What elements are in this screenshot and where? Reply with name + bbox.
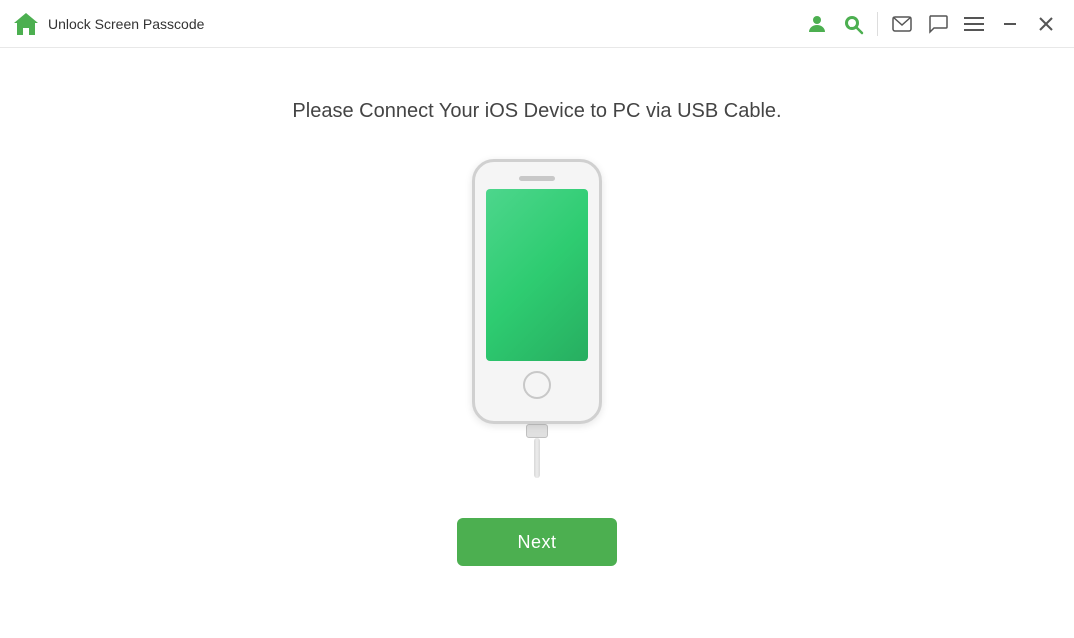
title-bar-left: Unlock Screen Passcode — [12, 10, 204, 38]
app-title-label: Unlock Screen Passcode — [48, 16, 204, 32]
next-button[interactable]: Next — [457, 518, 616, 566]
app-icon — [12, 10, 40, 38]
phone-home-button — [523, 371, 551, 399]
instruction-text: Please Connect Your iOS Device to PC via… — [292, 100, 781, 123]
cable-connector — [526, 424, 548, 438]
phone-screen — [486, 189, 588, 361]
phone-speaker — [519, 176, 555, 181]
feature-search-icon[interactable]: ♪ — [837, 8, 869, 40]
separator — [877, 12, 878, 36]
phone-illustration — [472, 159, 602, 478]
usb-cable — [526, 424, 548, 478]
menu-icon[interactable] — [958, 8, 990, 40]
user-icon[interactable] — [801, 8, 833, 40]
close-button[interactable] — [1030, 8, 1062, 40]
title-bar: Unlock Screen Passcode ♪ — [0, 0, 1074, 48]
title-bar-right: ♪ — [801, 8, 1062, 40]
svg-text:♪: ♪ — [849, 20, 853, 29]
chat-icon[interactable] — [922, 8, 954, 40]
phone-body — [472, 159, 602, 424]
mail-icon[interactable] — [886, 8, 918, 40]
main-content: Please Connect Your iOS Device to PC via… — [0, 48, 1074, 638]
minimize-button[interactable] — [994, 8, 1026, 40]
cable-wire — [534, 438, 540, 478]
